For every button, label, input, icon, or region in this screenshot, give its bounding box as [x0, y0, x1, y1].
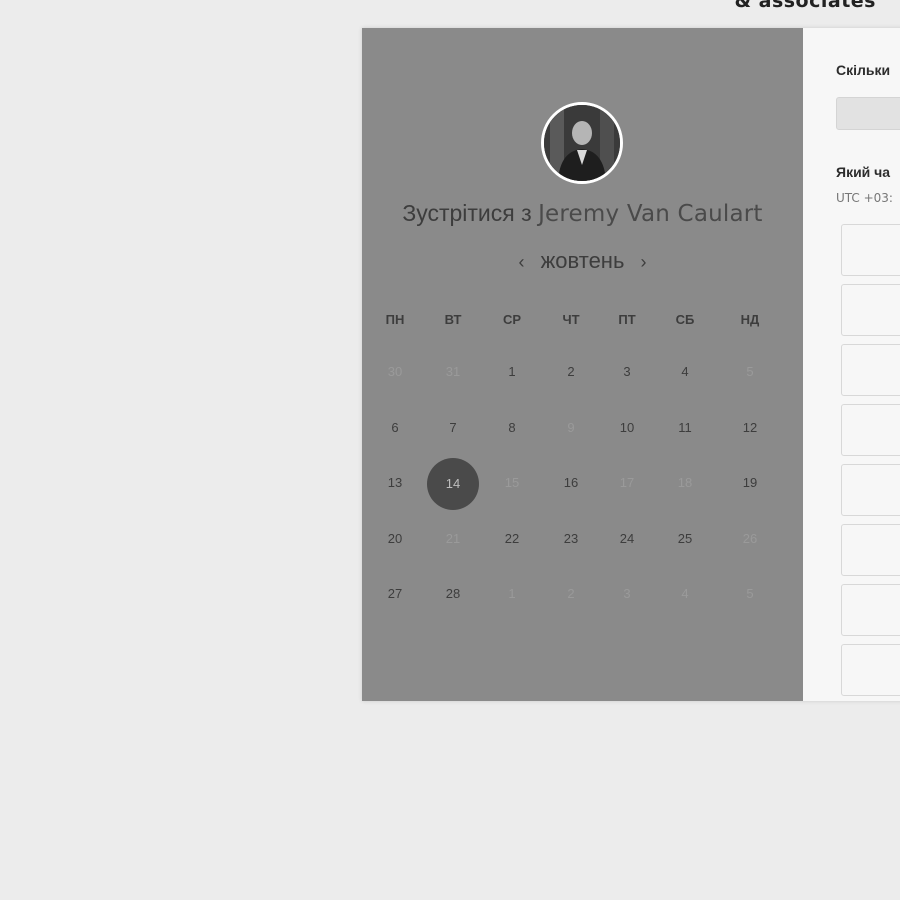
calendar-day: 31 [445, 364, 461, 379]
booking-panel: Скільки Який ча UTC +03: [803, 28, 900, 701]
calendar-day[interactable]: 7 [433, 420, 473, 435]
time-slot-button[interactable] [841, 404, 900, 456]
calendar-day: 30 [387, 364, 403, 379]
title-prefix: Зустрітися з [402, 200, 532, 226]
calendar-day[interactable]: 6 [375, 420, 415, 435]
host-avatar [541, 102, 623, 184]
calendar-day: 18 [677, 475, 693, 490]
calendar-day[interactable]: 24 [607, 531, 647, 546]
next-month-button[interactable]: › [631, 252, 657, 272]
calendar-panel: Зустрітися з Jeremy Van Caulart ‹ жовтен… [362, 28, 803, 701]
host-name: Jeremy Van Caulart [538, 201, 763, 227]
weekday-label: СБ [675, 312, 695, 327]
calendar-day[interactable]: 27 [375, 586, 415, 601]
calendar-day[interactable]: 16 [551, 475, 591, 490]
timezone-label: UTC +03: [836, 191, 893, 205]
calendar-day: 26 [742, 531, 758, 546]
calendar-day[interactable]: 19 [730, 475, 770, 490]
duration-question: Скільки [836, 62, 891, 78]
time-slot-button[interactable] [841, 464, 900, 516]
duration-select[interactable] [836, 97, 900, 130]
calendar-day: 3 [623, 586, 631, 601]
calendar-day[interactable]: 8 [492, 420, 532, 435]
calendar-day[interactable]: 4 [665, 364, 705, 379]
calendar-day[interactable]: 25 [665, 531, 705, 546]
brand-tagline: & associates [734, 0, 876, 12]
calendar-day[interactable]: 1 [492, 364, 532, 379]
calendar-day: 17 [619, 475, 635, 490]
booking-widget: Зустрітися з Jeremy Van Caulart ‹ жовтен… [362, 28, 900, 701]
prev-month-button[interactable]: ‹ [508, 252, 534, 272]
time-slot-button[interactable] [841, 644, 900, 696]
time-question: Який ча [836, 164, 891, 180]
calendar-day[interactable]: 13 [375, 475, 415, 490]
weekday-label: СР [502, 312, 522, 327]
weekday-label: ПТ [618, 312, 636, 327]
weekday-label: ВТ [444, 312, 462, 327]
person-photo-icon [544, 105, 620, 181]
calendar-day: 5 [746, 364, 754, 379]
calendar-day[interactable]: 20 [375, 531, 415, 546]
month-navigation: ‹ жовтень › [362, 248, 803, 274]
calendar-day: 9 [567, 420, 575, 435]
calendar-day[interactable]: 11 [665, 420, 705, 435]
calendar-day: 15 [504, 475, 520, 490]
calendar-day: 1 [508, 586, 516, 601]
time-slot-button[interactable] [841, 524, 900, 576]
calendar-day[interactable]: 22 [492, 531, 532, 546]
weekday-label: НД [740, 312, 760, 327]
time-slot-button[interactable] [841, 224, 900, 276]
calendar-day: 21 [445, 531, 461, 546]
calendar-day[interactable]: 12 [730, 420, 770, 435]
time-slot-button[interactable] [841, 284, 900, 336]
calendar-day[interactable]: 28 [433, 586, 473, 601]
calendar-day[interactable]: 23 [551, 531, 591, 546]
time-slot-button[interactable] [841, 344, 900, 396]
weekday-label: ПН [385, 312, 405, 327]
calendar-day[interactable]: 10 [607, 420, 647, 435]
calendar-day: 4 [681, 586, 689, 601]
month-label: жовтень [540, 248, 625, 273]
calendar-day: 2 [567, 586, 575, 601]
calendar-day[interactable]: 2 [551, 364, 591, 379]
calendar-day-selected[interactable]: 14 [427, 458, 479, 510]
weekday-label: ЧТ [562, 312, 580, 327]
calendar-day[interactable]: 3 [607, 364, 647, 379]
time-slot-button[interactable] [841, 584, 900, 636]
meeting-title: Зустрітися з Jeremy Van Caulart [362, 200, 803, 227]
calendar-day: 5 [746, 586, 754, 601]
